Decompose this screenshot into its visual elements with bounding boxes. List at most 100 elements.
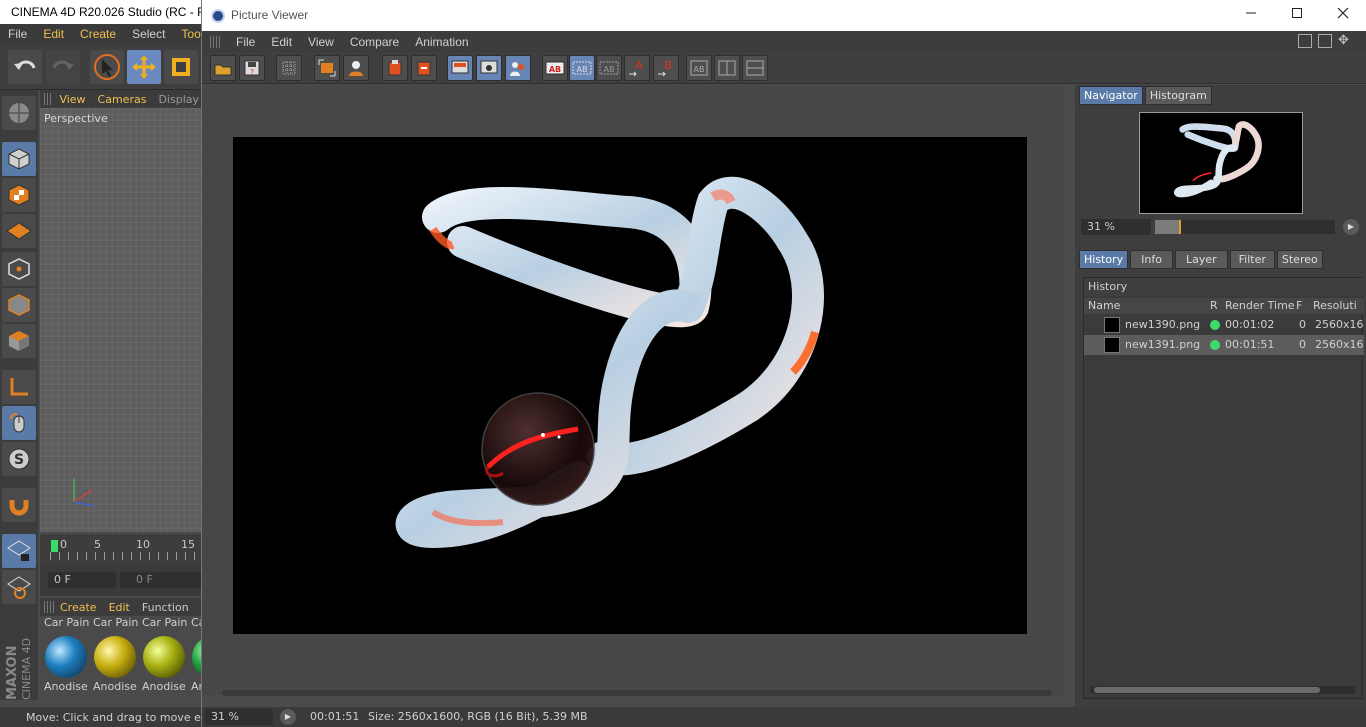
layout-grid-icon[interactable] xyxy=(1318,34,1332,48)
min-frame-field[interactable]: 0 F xyxy=(120,572,205,588)
current-frame-field[interactable]: 0 F xyxy=(48,572,116,588)
swap-ab-button[interactable]: AB xyxy=(686,55,712,81)
texture-mode-button[interactable] xyxy=(2,178,36,212)
tweak-mode-button[interactable] xyxy=(2,406,36,440)
workplane-button[interactable] xyxy=(2,214,36,248)
material-swatch[interactable]: Car Pain Anodise xyxy=(140,616,187,700)
move-tool-button[interactable] xyxy=(127,50,161,84)
tab-filter[interactable]: Filter xyxy=(1229,250,1275,269)
main-menu-file[interactable]: File xyxy=(0,27,35,41)
minimize-button[interactable] xyxy=(1228,4,1274,26)
set-a-button[interactable]: A xyxy=(624,55,650,81)
navigator-zoom-field[interactable]: 31 % xyxy=(1081,219,1151,235)
image-canvas[interactable] xyxy=(202,85,1064,696)
points-mode-button[interactable] xyxy=(2,252,36,286)
snap-button[interactable]: S xyxy=(2,442,36,476)
timeline-playhead[interactable] xyxy=(51,540,58,552)
lock-workplane-button[interactable] xyxy=(2,534,36,568)
mouse-icon xyxy=(10,413,25,433)
stop-render-button[interactable] xyxy=(382,55,408,81)
tab-history[interactable]: History xyxy=(1079,250,1129,269)
history-row[interactable]: new1391.png 00:01:51 0 2560x16 xyxy=(1084,335,1364,355)
grid-overlay-button[interactable] xyxy=(276,55,302,81)
column-resolution[interactable]: Resoluti xyxy=(1313,299,1357,312)
svg-text:B: B xyxy=(664,59,672,72)
history-row[interactable]: new1390.png 00:01:02 0 2560x16 xyxy=(1084,315,1364,335)
tab-layer[interactable]: Layer xyxy=(1174,250,1228,269)
maximize-button[interactable] xyxy=(1274,4,1320,26)
undo-button[interactable] xyxy=(8,50,42,84)
edges-mode-button[interactable] xyxy=(2,288,36,322)
history-scrollbar-thumb[interactable] xyxy=(1094,687,1320,693)
navigator-zoom-slider-handle[interactable] xyxy=(1155,220,1181,234)
navigator-thumbnail[interactable] xyxy=(1139,112,1303,214)
view-compare-button[interactable] xyxy=(505,55,531,81)
pv-menu-file[interactable]: File xyxy=(228,35,263,49)
column-render-time[interactable]: Render Time xyxy=(1225,299,1295,312)
layout-toggle-icon[interactable] xyxy=(1298,34,1312,48)
material-grip xyxy=(44,601,54,613)
scale-tool-button[interactable] xyxy=(164,50,198,84)
axis-mode-button[interactable] xyxy=(2,370,36,404)
column-f[interactable]: F xyxy=(1296,299,1302,312)
redo-button[interactable] xyxy=(46,50,80,84)
material-menu-edit[interactable]: Edit xyxy=(103,601,136,614)
ab-diff-button[interactable]: AB xyxy=(596,55,622,81)
tab-histogram[interactable]: Histogram xyxy=(1144,86,1212,105)
canvas-horizontal-scrollbar[interactable] xyxy=(222,690,1052,696)
set-b-button[interactable]: B xyxy=(653,55,679,81)
column-r[interactable]: R xyxy=(1210,299,1218,312)
scale-icon xyxy=(172,58,190,76)
close-button[interactable] xyxy=(1320,4,1366,26)
viewport-menu-display[interactable]: Display xyxy=(152,93,205,106)
polygons-mode-button[interactable] xyxy=(2,324,36,358)
layout-arrows-icon[interactable]: ✥ xyxy=(1338,33,1349,48)
render-to-pv-button[interactable] xyxy=(343,55,369,81)
render-person-icon xyxy=(349,61,363,76)
material-preview xyxy=(94,636,136,678)
column-name[interactable]: Name xyxy=(1088,299,1120,312)
tab-info[interactable]: Info xyxy=(1130,250,1173,269)
material-swatch[interactable]: Car Pain Anodise xyxy=(91,616,139,700)
model-mode-button[interactable] xyxy=(2,142,36,176)
compare-split-button[interactable] xyxy=(714,55,740,81)
picture-viewer-status-bar: 31 % ▶ 00:01:51 Size: 2560x1600, RGB (16… xyxy=(202,707,1366,727)
viewport-menu-view[interactable]: View xyxy=(53,93,91,106)
pv-menu-view[interactable]: View xyxy=(300,35,342,49)
main-menu-edit[interactable]: Edit xyxy=(35,27,72,41)
magnet-button[interactable] xyxy=(2,488,36,522)
world-mode-button[interactable] xyxy=(2,96,36,130)
view-b-button[interactable] xyxy=(476,55,502,81)
material-menu-function[interactable]: Function xyxy=(136,601,195,614)
navigator-zoom-slider[interactable] xyxy=(1155,220,1335,234)
workplane-mode-button[interactable] xyxy=(2,570,36,604)
tab-navigator[interactable]: Navigator xyxy=(1079,86,1143,105)
navigator-play-button[interactable]: ▶ xyxy=(1343,219,1359,235)
pv-menu-edit[interactable]: Edit xyxy=(263,35,300,49)
main-menu-select[interactable]: Select xyxy=(124,27,173,41)
pv-menu-compare[interactable]: Compare xyxy=(342,35,407,49)
view-a-button[interactable] xyxy=(447,55,473,81)
main-menu-create[interactable]: Create xyxy=(72,27,124,41)
compare-overlay-button[interactable] xyxy=(742,55,768,81)
open-button[interactable] xyxy=(210,55,236,81)
pv-menu-animation[interactable]: Animation xyxy=(407,35,476,49)
status-play-button[interactable]: ▶ xyxy=(280,709,296,725)
tab-stereo[interactable]: Stereo xyxy=(1276,250,1323,269)
material-preview xyxy=(45,636,87,678)
select-tool-button[interactable] xyxy=(90,50,124,84)
timeline[interactable]: 0 5 10 15 xyxy=(40,534,205,566)
render-region-button[interactable] xyxy=(314,55,340,81)
status-zoom-field[interactable]: 31 % xyxy=(205,709,273,725)
material-swatch[interactable]: Car Pain Anodise xyxy=(42,616,89,700)
delete-image-button[interactable] xyxy=(411,55,437,81)
ab-split-button[interactable]: AB xyxy=(569,55,595,81)
left-tool-palette: S xyxy=(0,90,38,700)
3d-viewport[interactable] xyxy=(40,90,205,532)
save-button[interactable]: ? xyxy=(239,55,265,81)
picture-viewer-window: Picture Viewer File Edit View Compare An… xyxy=(201,0,1366,727)
viewport-menu-cameras[interactable]: Cameras xyxy=(92,93,153,106)
material-top-label: Car Pain xyxy=(93,616,139,629)
material-menu-create[interactable]: Create xyxy=(54,601,103,614)
set-ab-button[interactable]: AB xyxy=(542,55,568,81)
